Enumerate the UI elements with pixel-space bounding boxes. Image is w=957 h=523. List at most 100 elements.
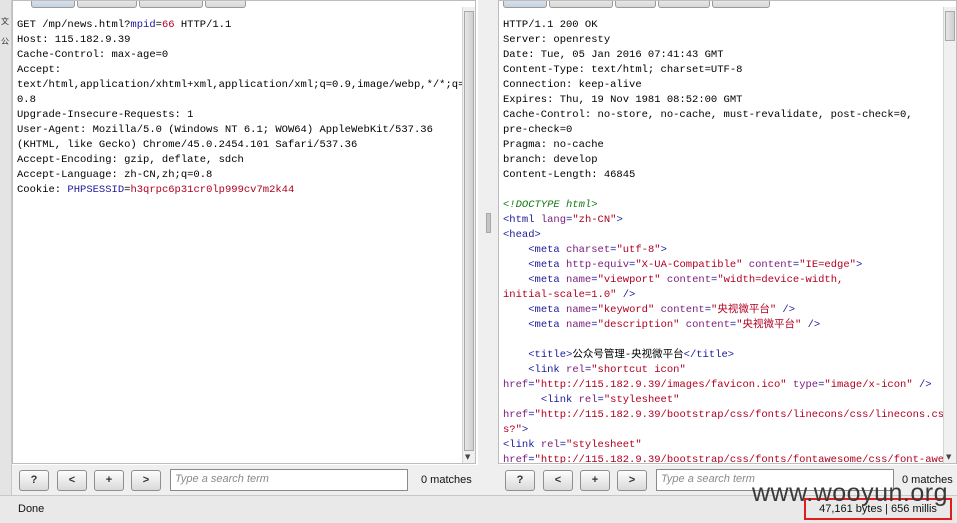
response-token: <html	[503, 214, 541, 226]
edge-char: 公	[1, 37, 9, 46]
response-line: Server: openresty	[503, 33, 940, 48]
response-line: <!DOCTYPE html>	[503, 198, 940, 213]
response-token: Cache-Control: no-store, no-cache, must-…	[503, 109, 913, 121]
response-token: href	[503, 379, 529, 391]
response-token	[503, 274, 528, 286]
request-token: GET /mp/news.html?	[17, 19, 131, 31]
response-token: />	[776, 304, 796, 316]
response-token	[503, 364, 528, 376]
next-match-button[interactable]: >	[131, 470, 161, 491]
response-line: <meta name="viewport" content="width=dev…	[503, 273, 940, 288]
response-text-editor[interactable]: HTTP/1.1 200 OK Server: openresty Date: Tu…	[503, 18, 944, 464]
add-search-button[interactable]: +	[580, 470, 610, 491]
request-line: Accept-Language: zh-CN,zh;q=0.8	[17, 168, 459, 183]
request-line: text/html,application/xhtml+xml,applicat…	[17, 78, 464, 93]
response-pane: Raw Headers Hex HTML Render HTTP/1.1 200…	[498, 0, 957, 464]
request-scrollbar[interactable]: ▼	[462, 7, 475, 463]
response-token: "stylesheet"	[566, 439, 642, 451]
request-scroll-thumb[interactable]	[464, 11, 474, 451]
watermark: www.wooyun.org	[752, 479, 948, 507]
next-match-button[interactable]: >	[617, 470, 647, 491]
response-token: rel	[540, 439, 560, 451]
response-token: http-equiv	[566, 259, 630, 271]
response-token: >	[660, 244, 667, 256]
tab-response-html[interactable]: HTML	[658, 1, 711, 8]
response-token: initial-scale=1.0"	[503, 289, 617, 301]
scroll-down-icon[interactable]: ▼	[946, 453, 951, 461]
response-token: "IE=edge"	[799, 259, 856, 271]
response-line: <html lang="zh-CN">	[503, 213, 940, 228]
previous-match-button[interactable]: <	[57, 470, 87, 491]
response-token: Expires: Thu, 19 Nov 1981 08:52:00 GMT	[503, 94, 743, 106]
tab-request-params[interactable]: Params	[77, 1, 137, 8]
request-search-input[interactable]: Type a search term	[170, 469, 408, 491]
tab-request-hex[interactable]: Hex	[204, 1, 247, 8]
response-token: type	[792, 379, 819, 391]
response-line: Connection: keep-alive	[503, 78, 940, 93]
response-token: >	[855, 259, 863, 271]
response-token: <!DOCTYPE html>	[503, 199, 598, 211]
response-token: Content-Type: text/html; charset=UTF-8	[503, 64, 743, 76]
request-token: HTTP/1.1	[174, 19, 232, 31]
response-token: name	[566, 304, 592, 316]
request-line: GET /mp/news.html?mpid=66 HTTP/1.1	[17, 18, 459, 33]
scroll-down-icon[interactable]: ▼	[465, 453, 470, 461]
request-text-editor[interactable]: GET /mp/news.html?mpid=66 HTTP/1.1 Host: …	[17, 18, 464, 198]
response-token: Pragma: no-cache	[503, 139, 604, 151]
add-search-button[interactable]: +	[94, 470, 124, 491]
request-token: 0.8	[17, 94, 36, 106]
response-token: <meta	[528, 319, 567, 331]
response-token: rel	[566, 364, 585, 376]
response-token: s?"	[503, 424, 522, 436]
response-token: href	[503, 454, 529, 464]
response-tabs: Raw Headers Hex HTML Render	[503, 1, 772, 8]
request-line: Cookie: PHPSESSID=h3qrpc6p31cr0lp999cv7m…	[17, 183, 459, 198]
tab-request-raw[interactable]: Raw	[31, 1, 76, 8]
response-line: <title>公众号管理-央视微平台</title>	[503, 348, 940, 363]
help-button[interactable]: ?	[505, 470, 535, 491]
tab-response-hex[interactable]: Hex	[614, 1, 657, 8]
response-line: initial-scale=1.0" />	[503, 288, 940, 303]
response-token: charset	[566, 244, 611, 256]
response-token: <title>	[528, 349, 573, 361]
response-token: rel	[578, 394, 598, 406]
response-token	[503, 319, 528, 331]
response-line: HTTP/1.1 200 OK	[503, 18, 940, 33]
response-token: content	[660, 304, 705, 316]
request-token: Accept-Encoding: gzip, deflate, sdch	[17, 154, 244, 166]
response-token: Server: openresty	[503, 34, 611, 46]
tab-request-headers[interactable]: Headers	[138, 1, 203, 8]
response-line: s?">	[503, 423, 940, 438]
request-token: User-Agent: Mozilla/5.0 (Windows NT 6.1;…	[17, 124, 433, 136]
response-line: <link rel="stylesheet"	[503, 438, 940, 453]
response-token: content	[685, 319, 730, 331]
tab-response-raw[interactable]: Raw	[503, 1, 548, 8]
response-token: Content-Length: 46845	[503, 169, 636, 181]
request-search-bar: ? < + > Type a search term 0 matches	[12, 465, 478, 495]
tab-response-render[interactable]: Render	[712, 1, 771, 8]
response-token: </title>	[683, 349, 735, 361]
response-line: href="http://115.182.9.39/images/favicon…	[503, 378, 940, 393]
divider-grip-icon[interactable]	[486, 213, 491, 233]
response-token: name	[566, 319, 592, 331]
request-token: (KHTML, like Gecko) Chrome/45.0.2454.101…	[17, 139, 358, 151]
response-scroll-thumb[interactable]	[945, 11, 955, 41]
response-token: Connection: keep-alive	[503, 79, 642, 91]
request-token: h3qrpc6p31cr0lp999cv7m2k44	[130, 184, 295, 196]
previous-match-button[interactable]: <	[543, 470, 573, 491]
response-token: <meta	[528, 304, 567, 316]
response-token: <meta	[528, 244, 567, 256]
response-token: "央视微平台"	[736, 319, 802, 331]
response-line: href="http://115.182.9.39/bootstrap/css/…	[503, 453, 944, 464]
response-token: lang	[540, 214, 567, 226]
response-token: >	[521, 424, 529, 436]
response-token: 公众号管理-央视微平台	[572, 349, 684, 361]
response-token: />	[912, 379, 932, 391]
pane-divider[interactable]	[478, 0, 500, 500]
help-button[interactable]: ?	[19, 470, 49, 491]
tab-response-headers[interactable]: Headers	[549, 1, 613, 8]
left-window-edge: 文 公	[0, 0, 12, 500]
response-scrollbar[interactable]: ▼	[943, 7, 956, 463]
request-token: text/html,application/xhtml+xml,applicat…	[17, 79, 465, 91]
response-line: <meta charset="utf-8">	[503, 243, 940, 258]
